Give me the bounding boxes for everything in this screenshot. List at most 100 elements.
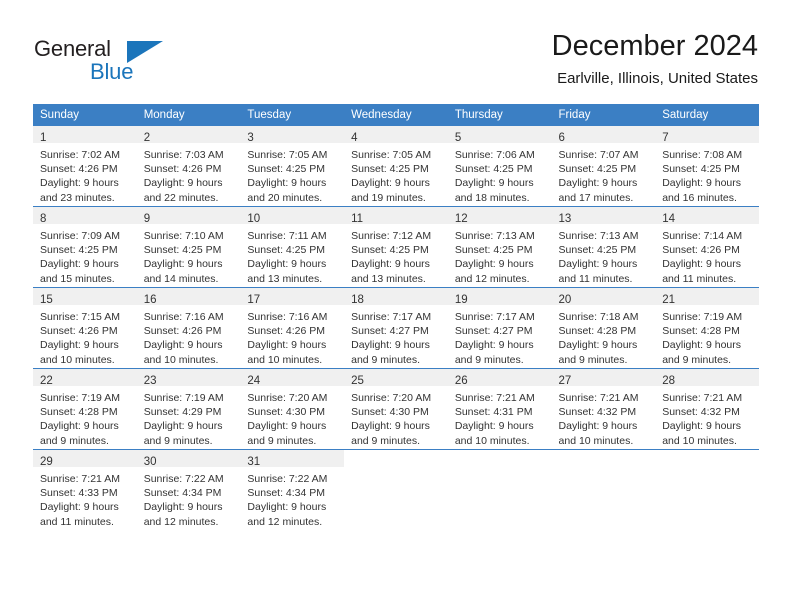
day-cell-body: Sunrise: 7:17 AM Sunset: 4:27 PM Daylight:… [344,305,448,367]
calendar-day-cell[interactable]: 25 Sunrise: 7:20 AM Sunset: 4:30 PM Dayligh… [344,368,448,450]
calendar-day-cell[interactable]: 14 Sunrise: 7:14 AM Sunset: 4:26 PM Dayligh… [655,206,759,288]
calendar-day-cell[interactable]: 19 Sunrise: 7:17 AM Sunset: 4:27 PM Dayligh… [447,287,552,369]
calendar-day-cell[interactable]: 4 Sunrise: 7:05 AM Sunset: 4:25 PM Daylight… [344,126,448,207]
calendar-day-cell[interactable]: 12 Sunrise: 7:13 AM Sunset: 4:25 PM Dayligh… [447,206,552,288]
calendar-day-cell[interactable]: 5 Sunrise: 7:06 AM Sunset: 4:25 PM Daylight… [447,126,552,207]
day-number: 27 [558,375,572,387]
calendar-day-cell[interactable]: 18 Sunrise: 7:17 AM Sunset: 4:27 PM Dayligh… [344,287,448,369]
day-number: 31 [247,456,261,468]
day-cell-body: Sunrise: 7:18 AM Sunset: 4:28 PM Daylight:… [552,305,656,367]
calendar-grid: Sunday Monday Tuesday Wednesday Thursday… [33,104,759,530]
day-number: 13 [558,213,572,225]
weekday-header-row: Sunday Monday Tuesday Wednesday Thursday… [33,104,759,126]
daylight-text-line2: and 17 minutes. [558,191,634,204]
calendar-day-cell[interactable]: 29 Sunrise: 7:21 AM Sunset: 4:33 PM Dayligh… [33,449,137,530]
daylight-text-line2: and 16 minutes. [662,191,737,204]
day-cell-body: Sunrise: 7:19 AM Sunset: 4:28 PM Daylight:… [33,386,137,448]
calendar-week-row: 15 Sunrise: 7:15 AM Sunset: 4:26 PM Dayligh… [33,287,759,369]
daylight-text-line2: and 12 minutes. [454,272,530,285]
sunset-text: Sunset: 4:29 PM [143,406,222,419]
calendar-day-cell[interactable]: 23 Sunrise: 7:19 AM Sunset: 4:29 PM Dayligh… [136,368,241,450]
day-cell-body: Sunrise: 7:07 AM Sunset: 4:25 PM Daylight:… [552,143,656,205]
daylight-text-line1: Daylight: 9 hours [143,339,223,352]
calendar-day-cell[interactable]: 8 Sunrise: 7:09 AM Sunset: 4:25 PM Daylight… [33,206,137,288]
calendar-day-cell[interactable]: 9 Sunrise: 7:10 AM Sunset: 4:25 PM Daylight… [136,206,241,288]
day-number-band: 17 [240,288,345,306]
sunrise-text: Sunrise: 7:08 AM [662,149,743,161]
daylight-text-line1: Daylight: 9 hours [558,420,638,433]
day-number-band: 29 [33,450,137,468]
calendar-day-cell[interactable]: 10 Sunrise: 7:11 AM Sunset: 4:25 PM Dayligh… [240,206,345,288]
general-blue-logo[interactable]: General Blue [34,36,184,86]
daylight-text-line1: Daylight: 9 hours [662,258,742,271]
sunset-text: Sunset: 4:25 PM [558,163,637,176]
day-number-band: 10 [240,207,345,225]
calendar-day-cell[interactable]: 16 Sunrise: 7:16 AM Sunset: 4:26 PM Dayligh… [136,287,241,369]
daylight-text-line1: Daylight: 9 hours [351,258,430,271]
daylight-text-line2: and 9 minutes. [454,353,524,366]
calendar-day-cell[interactable]: 7 Sunrise: 7:08 AM Sunset: 4:25 PM Daylight… [655,126,759,207]
day-number: 26 [454,375,468,387]
calendar-day-cell[interactable]: 6 Sunrise: 7:07 AM Sunset: 4:25 PM Daylight… [551,126,656,207]
day-number: 28 [662,375,676,387]
day-number: 8 [40,213,47,225]
calendar-day-cell[interactable]: 20 Sunrise: 7:18 AM Sunset: 4:28 PM Dayligh… [551,287,656,369]
calendar-week-row: 1 Sunrise: 7:02 AM Sunset: 4:26 PM Daylight… [33,126,759,207]
calendar-day-cell[interactable]: 26 Sunrise: 7:21 AM Sunset: 4:31 PM Dayligh… [447,368,552,450]
sunset-text: Sunset: 4:28 PM [558,325,637,338]
sunset-text: Sunset: 4:25 PM [454,163,533,176]
daylight-text-line2: and 10 minutes. [247,353,323,366]
calendar-day-cell[interactable]: 28 Sunrise: 7:21 AM Sunset: 4:32 PM Dayligh… [655,368,759,450]
calendar-day-cell[interactable]: 1 Sunrise: 7:02 AM Sunset: 4:26 PM Daylight… [33,126,137,207]
sunset-text: Sunset: 4:27 PM [351,325,429,338]
calendar-day-cell[interactable]: 21 Sunrise: 7:19 AM Sunset: 4:28 PM Dayligh… [655,287,759,369]
calendar-day-cell[interactable]: 11 Sunrise: 7:12 AM Sunset: 4:25 PM Dayligh… [344,206,448,288]
sunrise-text: Sunrise: 7:02 AM [40,149,120,161]
day-cell-body: Sunrise: 7:06 AM Sunset: 4:25 PM Daylight:… [448,143,552,205]
calendar-day-cell[interactable]: 3 Sunrise: 7:05 AM Sunset: 4:25 PM Daylight… [240,126,345,207]
calendar-day-cell[interactable]: 17 Sunrise: 7:16 AM Sunset: 4:26 PM Dayligh… [240,287,345,369]
day-cell-body: Sunrise: 7:22 AM Sunset: 4:34 PM Daylight:… [137,467,241,529]
calendar-day-cell-empty [551,449,656,530]
day-number-band: 18 [344,288,448,306]
calendar-day-cell[interactable]: 27 Sunrise: 7:21 AM Sunset: 4:32 PM Dayligh… [551,368,656,450]
sunset-text: Sunset: 4:30 PM [351,406,429,419]
calendar-day-cell[interactable]: 15 Sunrise: 7:15 AM Sunset: 4:26 PM Dayligh… [33,287,137,369]
daylight-text-line1: Daylight: 9 hours [247,420,327,433]
sunrise-text: Sunrise: 7:20 AM [247,392,328,404]
day-number: 30 [143,456,157,468]
day-number: 12 [454,213,468,225]
sunrise-text: Sunrise: 7:19 AM [40,392,120,404]
day-number: 15 [40,294,53,306]
sunrise-text: Sunrise: 7:05 AM [247,149,328,161]
day-cell-body: Sunrise: 7:22 AM Sunset: 4:34 PM Daylight:… [240,467,344,529]
sunset-text: Sunset: 4:28 PM [40,406,118,419]
daylight-text-line2: and 11 minutes. [558,272,633,285]
day-cell-body: Sunrise: 7:14 AM Sunset: 4:26 PM Daylight:… [655,224,759,286]
day-number: 14 [662,213,676,225]
sunset-text: Sunset: 4:32 PM [558,406,637,419]
sunrise-text: Sunrise: 7:18 AM [558,311,639,323]
daylight-text-line2: and 10 minutes. [454,434,530,447]
day-number-band [448,450,552,467]
sunset-text: Sunset: 4:26 PM [247,325,326,338]
sunset-text: Sunset: 4:26 PM [143,163,222,176]
sunset-text: Sunset: 4:34 PM [143,487,222,500]
calendar-day-cell[interactable]: 24 Sunrise: 7:20 AM Sunset: 4:30 PM Dayligh… [240,368,345,450]
daylight-text-line2: and 10 minutes. [662,434,737,447]
daylight-text-line1: Daylight: 9 hours [143,177,223,190]
day-number-band [552,450,656,467]
calendar-day-cell[interactable]: 13 Sunrise: 7:13 AM Sunset: 4:25 PM Dayligh… [551,206,656,288]
daylight-text-line1: Daylight: 9 hours [454,420,534,433]
day-number: 3 [247,132,254,144]
calendar-day-cell[interactable]: 22 Sunrise: 7:19 AM Sunset: 4:28 PM Dayligh… [33,368,137,450]
calendar-day-cell[interactable]: 30 Sunrise: 7:22 AM Sunset: 4:34 PM Dayligh… [136,449,241,530]
calendar-day-cell[interactable]: 2 Sunrise: 7:03 AM Sunset: 4:26 PM Daylight… [136,126,241,207]
day-number-band: 16 [136,288,241,306]
daylight-text-line1: Daylight: 9 hours [351,339,430,352]
daylight-text-line2: and 19 minutes. [351,191,426,204]
daylight-text-line1: Daylight: 9 hours [558,177,638,190]
sunrise-text: Sunrise: 7:22 AM [143,473,224,485]
calendar-day-cell[interactable]: 31 Sunrise: 7:22 AM Sunset: 4:34 PM Dayligh… [240,449,345,530]
day-number-band: 31 [240,450,345,468]
